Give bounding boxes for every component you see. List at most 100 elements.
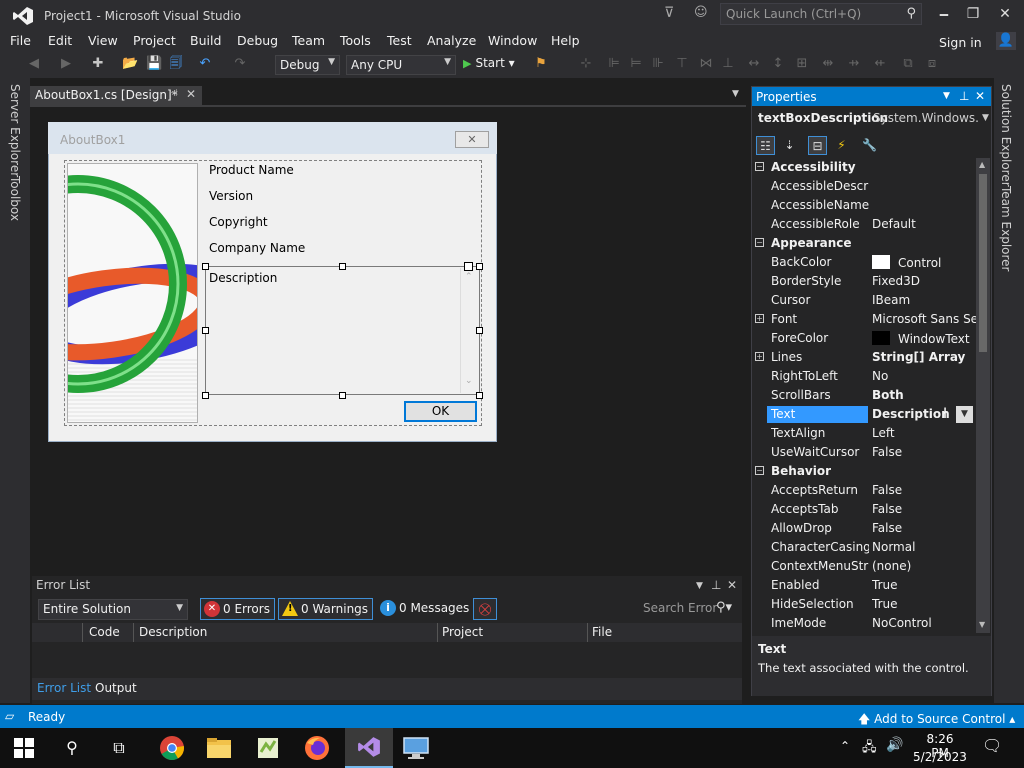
text-value-dropdown-button[interactable]: ▼ [956,406,973,423]
property-pages-icon[interactable]: 🔧 [860,136,879,155]
team-explorer-tab[interactable]: Team Explorer [999,186,1013,272]
resize-handle[interactable] [476,327,483,334]
size-to-grid-icon[interactable]: ⊞ [794,56,810,72]
column-code[interactable]: Code [89,625,120,639]
scroll-thumb[interactable] [979,174,987,352]
sign-in-link[interactable]: Sign in [939,35,982,50]
property-row[interactable]: + Lines String[] Array [752,348,976,367]
column-description[interactable]: Description [139,625,207,639]
property-value[interactable]: String[] Array [872,350,976,364]
close-window-button[interactable]: ✕ [990,4,1020,26]
property-value[interactable]: Fixed3D [872,274,976,288]
menu-edit[interactable]: Edit [48,33,72,48]
property-row[interactable]: TextAlign Left [752,424,976,443]
property-row[interactable]: CharacterCasing Normal [752,538,976,557]
resize-handle[interactable] [202,392,209,399]
properties-view-icon[interactable]: ⊟ [808,136,827,155]
align-lefts-icon[interactable]: ⊫ [606,56,622,72]
align-bottoms-icon[interactable]: ⊥ [720,56,736,72]
menu-build[interactable]: Build [190,33,221,48]
property-row[interactable]: ImeMode NoControl [752,614,976,633]
align-middles-icon[interactable]: ⋈ [698,56,714,72]
property-row[interactable]: AccessibleName [752,196,976,215]
browser-link-icon[interactable]: ⚑ [533,56,549,72]
save-all-icon[interactable]: 🗐 [168,56,184,72]
scroll-up-icon[interactable]: ⌃ [465,272,473,282]
menu-team[interactable]: Team [292,33,325,48]
resize-handle[interactable] [339,263,346,270]
logo-picture-box[interactable] [67,163,198,423]
make-same-height-icon[interactable]: ↕ [770,56,786,72]
search-icon[interactable]: ⚲ [58,734,86,762]
scroll-up-icon[interactable]: ▲ [979,160,985,169]
property-row[interactable]: ForeColor WindowText [752,329,976,348]
search-error-list-input[interactable]: Search Error [643,601,717,615]
property-grid[interactable]: −AccessibilityAccessibleDescriptionAcces… [752,158,976,633]
panel-options-icon[interactable]: ▼ [696,581,703,591]
chrome-icon[interactable] [159,735,185,761]
redo-icon[interactable]: ↷ [232,56,248,72]
property-row[interactable]: AccessibleDescription [752,177,976,196]
tab-aboutbox-designer[interactable]: AboutBox1.cs [Design]* ⊣ ✕ [30,86,202,105]
file-explorer-icon[interactable] [206,737,232,759]
close-properties-icon[interactable]: ✕ [975,89,985,103]
property-value[interactable]: IBeam [872,293,976,307]
visual-studio-taskbar-button[interactable] [345,728,393,768]
scroll-down-icon[interactable]: ▼ [979,620,985,629]
window-options-icon[interactable]: ▼ [943,91,950,101]
notepad-plus-plus-icon[interactable] [256,736,280,760]
pin-icon[interactable]: ⊥ [711,578,721,592]
navigate-forward-icon[interactable]: ▶ [58,56,74,72]
property-row[interactable]: + Font Microsoft Sans Serif [752,310,976,329]
description-textbox[interactable] [205,266,480,395]
property-value[interactable]: False [872,483,976,497]
property-row[interactable]: RightToLeft No [752,367,976,386]
navigate-back-icon[interactable]: ◀ [26,56,42,72]
volume-icon[interactable]: 🔊 [886,737,903,753]
alphabetical-view-icon[interactable]: ⇣ [780,136,799,155]
menu-help[interactable]: Help [551,33,580,48]
expand-icon[interactable]: + [755,314,764,323]
property-value[interactable]: True [872,578,976,592]
property-value[interactable]: Normal [872,540,976,554]
property-row[interactable]: AccessibleRole Default [752,215,976,234]
messages-filter-button[interactable]: i 0 Messages [377,598,473,620]
build-intellisense-filter-icon[interactable]: ⛒ [473,598,497,620]
resize-handle[interactable] [476,263,483,270]
events-view-icon[interactable]: ⚡ [832,136,851,155]
menu-tools[interactable]: Tools [340,33,371,48]
property-value[interactable]: False [872,502,976,516]
menu-project[interactable]: Project [133,33,176,48]
open-file-icon[interactable]: 📂 [122,56,138,72]
property-row[interactable]: AllowDrop False [752,519,976,538]
solution-platform-select[interactable]: Any CPU ▼ [346,55,456,75]
align-tops-icon[interactable]: ⊤ [674,56,690,72]
align-to-grid-icon[interactable]: ⊹ [578,56,594,72]
menu-window[interactable]: Window [488,33,537,48]
align-rights-icon[interactable]: ⊪ [650,56,666,72]
resize-handle[interactable] [202,263,209,270]
resize-handle[interactable] [476,392,483,399]
tab-output[interactable]: Output [95,681,137,695]
pin-icon[interactable]: ⊣ [169,88,178,99]
collapse-icon[interactable]: − [755,466,764,475]
selected-object-name[interactable]: textBoxDescription [758,111,888,125]
property-value[interactable]: No [872,369,976,383]
pin-icon[interactable]: ⊥ [959,89,969,103]
remote-desktop-icon[interactable] [402,736,430,760]
categorized-view-icon[interactable]: ☷ [756,136,775,155]
property-value[interactable]: Default [872,217,976,231]
make-same-width-icon[interactable]: ↔ [746,56,762,72]
solution-explorer-tab[interactable]: Solution Explorer [999,84,1013,187]
product-name-label[interactable]: Product Name [209,163,294,177]
send-to-back-icon[interactable]: ⧈ [924,56,940,72]
collapse-icon[interactable]: − [755,162,764,171]
property-row[interactable]: AcceptsReturn False [752,481,976,500]
search-icon[interactable]: ⚲▾ [716,600,732,615]
property-value[interactable]: WindowText [872,331,976,346]
notification-filter-icon[interactable]: ⊽ [664,5,674,21]
increase-spacing-icon[interactable]: ⇸ [846,56,862,72]
ok-button[interactable]: OK [404,401,477,422]
property-value[interactable]: True [872,597,976,611]
property-row[interactable]: HideSelection True [752,595,976,614]
